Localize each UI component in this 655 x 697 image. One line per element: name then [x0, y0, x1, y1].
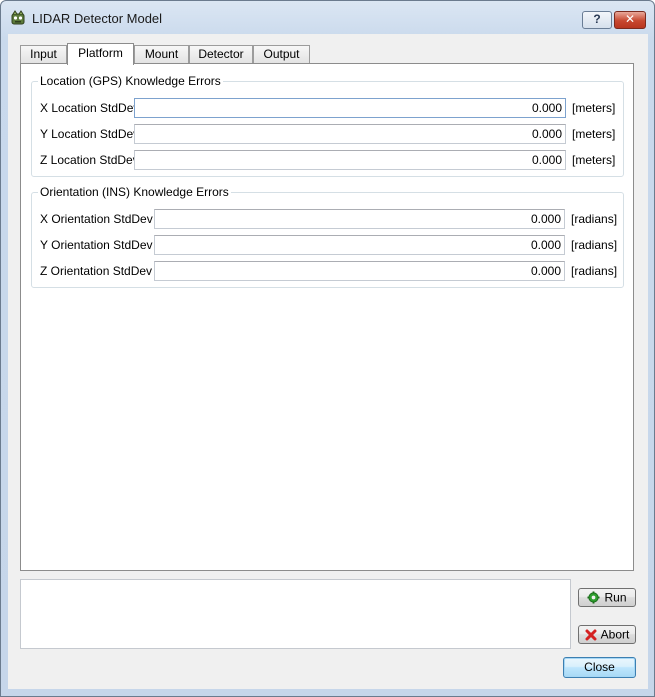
x-location-label: X Location StdDev: [40, 101, 140, 115]
gear-icon: [587, 591, 601, 604]
z-location-unit: [meters]: [572, 153, 616, 167]
platform-tab-pane: Location (GPS) Knowledge Errors X Locati…: [20, 63, 634, 571]
run-button-label: Run: [604, 590, 627, 605]
log-output-area[interactable]: [20, 579, 571, 649]
y-orientation-label: Y Orientation StdDev: [40, 238, 153, 252]
red-x-icon: [585, 629, 597, 641]
y-location-unit: [meters]: [572, 127, 616, 141]
x-orientation-label: X Orientation StdDev: [40, 212, 153, 226]
tab-input[interactable]: Input: [20, 45, 67, 63]
tab-detector[interactable]: Detector: [189, 45, 253, 63]
tab-output[interactable]: Output: [253, 45, 310, 63]
dialog-window: LIDAR Detector Model ? ✕ Input Platform …: [0, 0, 655, 697]
abort-button[interactable]: Abort: [578, 625, 636, 644]
y-orientation-input[interactable]: 0.000: [154, 235, 565, 255]
z-orientation-input[interactable]: 0.000: [154, 261, 565, 281]
window-close-button[interactable]: ✕: [614, 11, 646, 29]
location-group-title: Location (GPS) Knowledge Errors: [38, 74, 223, 88]
x-location-unit: [meters]: [572, 101, 616, 115]
help-button[interactable]: ?: [582, 11, 612, 29]
x-orientation-unit: [radians]: [571, 212, 618, 226]
title-bar[interactable]: LIDAR Detector Model ? ✕: [1, 1, 654, 35]
orientation-group: Orientation (INS) Knowledge Errors X Ori…: [31, 185, 624, 288]
app-icon: [11, 10, 25, 25]
client-area: Input Platform Mount Detector Output Loc…: [8, 34, 648, 689]
window-title: LIDAR Detector Model: [32, 11, 163, 26]
tab-platform[interactable]: Platform: [67, 43, 134, 65]
run-button[interactable]: Run: [578, 588, 636, 607]
y-location-label: Y Location StdDev: [40, 127, 140, 141]
x-location-input[interactable]: 0.000: [134, 98, 566, 118]
abort-button-label: Abort: [600, 627, 630, 642]
y-location-input[interactable]: 0.000: [134, 124, 566, 144]
orientation-group-title: Orientation (INS) Knowledge Errors: [38, 185, 231, 199]
x-orientation-input[interactable]: 0.000: [154, 209, 565, 229]
location-group: Location (GPS) Knowledge Errors X Locati…: [31, 74, 624, 177]
close-button[interactable]: Close: [563, 657, 636, 678]
z-location-label: Z Location StdDev: [40, 153, 139, 167]
z-orientation-unit: [radians]: [571, 264, 618, 278]
y-orientation-unit: [radians]: [571, 238, 618, 252]
tab-mount[interactable]: Mount: [134, 45, 189, 63]
z-location-input[interactable]: 0.000: [134, 150, 566, 170]
z-orientation-label: Z Orientation StdDev: [40, 264, 153, 278]
